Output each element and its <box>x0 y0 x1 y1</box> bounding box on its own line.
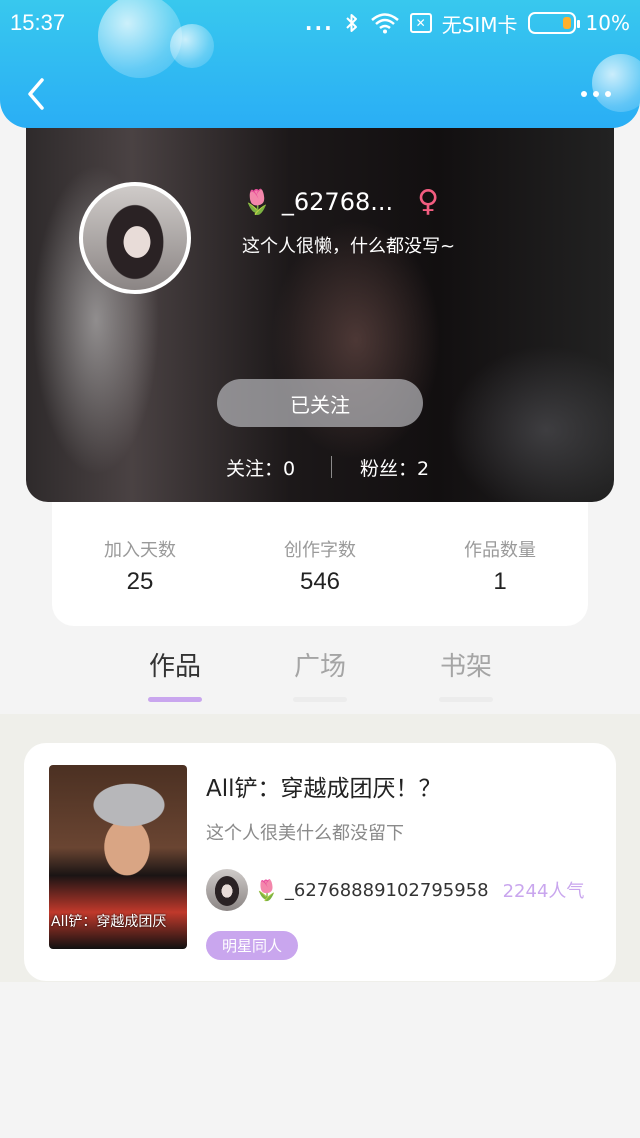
tulip-icon: 🌷 <box>254 878 279 902</box>
stat-join-days: 加入天数 25 <box>60 536 220 596</box>
stat-label: 创作字数 <box>284 540 356 561</box>
stat-word-count: 创作字数 546 <box>240 536 400 596</box>
more-options-button[interactable] <box>572 82 620 106</box>
carrier-label: 无SIM卡 <box>441 12 518 37</box>
divider <box>331 456 332 478</box>
tab-label: 书架 <box>439 652 492 682</box>
tab-works[interactable]: 作品 <box>135 646 215 702</box>
followed-button[interactable]: 已关注 <box>217 379 423 427</box>
work-title[interactable]: All铲：穿越成团厌！？ <box>206 769 442 803</box>
status-icons: ... ✕ 无SIM卡 10% <box>305 8 630 38</box>
work-cover-image[interactable]: All铲：穿越成团厌 <box>49 765 187 949</box>
cover-title-text: All铲：穿越成团厌 <box>51 914 167 930</box>
tab-bar: 作品 广场 书架 <box>0 640 640 710</box>
profile-bio: 这个人很懒，什么都没写~ <box>242 236 456 257</box>
author-avatar[interactable] <box>206 869 248 911</box>
stat-value: 25 <box>126 568 154 595</box>
no-sim-icon: ✕ <box>409 13 432 33</box>
battery-percent: 10% <box>585 11 630 35</box>
chevron-left-icon <box>28 78 44 110</box>
tab-indicator <box>148 697 202 702</box>
notification-dots: ... <box>304 11 334 35</box>
more-dots-icon <box>581 91 587 97</box>
stat-value: 1 <box>493 568 507 595</box>
stat-label: 加入天数 <box>104 540 176 561</box>
avatar[interactable] <box>79 182 191 294</box>
back-button[interactable] <box>18 74 54 114</box>
follow-stats: 关注：0 粉丝：2 <box>26 454 614 480</box>
profile-name-row: 🌷 _62768... ♀ <box>242 184 439 219</box>
status-bar: 15:37 ... ✕ 无SIM卡 10% <box>0 0 640 46</box>
stat-works-count: 作品数量 1 <box>420 536 580 596</box>
followers-count[interactable]: 粉丝：2 <box>360 454 429 481</box>
tab-bookshelf[interactable]: 书架 <box>426 646 506 702</box>
battery-icon <box>527 12 580 34</box>
popularity-count: 2244人气 <box>502 881 585 902</box>
author-name: _62768889102795958 <box>284 879 489 901</box>
username: _62768... <box>281 187 394 216</box>
work-author-row: 🌷 _62768889102795958 2244人气 <box>206 869 584 911</box>
work-card[interactable]: All铲：穿越成团厌 All铲：穿越成团厌！？ 这个人很美什么都没留下 🌷 _6… <box>24 743 616 981</box>
following-count[interactable]: 关注：0 <box>226 454 295 481</box>
tulip-icon: 🌷 <box>242 187 272 216</box>
bluetooth-icon <box>344 12 360 34</box>
stat-label: 作品数量 <box>464 540 536 561</box>
tab-indicator <box>439 697 493 702</box>
tab-indicator <box>293 697 347 702</box>
tab-label: 作品 <box>148 652 201 682</box>
stats-card: 加入天数 25 创作字数 546 作品数量 1 <box>52 500 588 626</box>
tab-label: 广场 <box>293 652 346 682</box>
work-description: 这个人很美什么都没留下 <box>206 823 404 844</box>
tab-square[interactable]: 广场 <box>280 646 360 702</box>
stat-value: 546 <box>299 568 341 595</box>
female-icon: ♀ <box>417 184 440 219</box>
top-header: 15:37 ... ✕ 无SIM卡 10% <box>0 0 640 128</box>
profile-card: 🌷 _62768... ♀ 这个人很懒，什么都没写~ 已关注 关注：0 粉丝：2 <box>26 100 614 502</box>
status-time: 15:37 <box>10 10 66 35</box>
genre-tag[interactable]: 明星同人 <box>206 931 299 960</box>
wifi-icon <box>370 12 400 34</box>
